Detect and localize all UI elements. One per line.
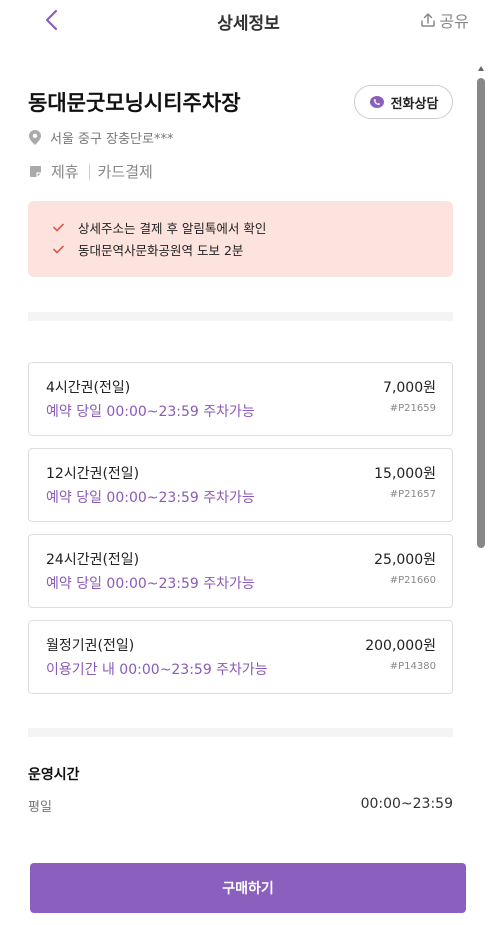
call-consult-button[interactable]: 전화상담 bbox=[354, 85, 453, 119]
phone-chat-icon bbox=[369, 96, 384, 108]
ticket-name: 월정기권(전일) bbox=[46, 638, 135, 654]
top-app-bar: 상세정보 공유 bbox=[0, 0, 497, 44]
bottom-action-bar: 구매하기 bbox=[0, 844, 497, 927]
ticket-code: #P21659 bbox=[389, 403, 436, 414]
place-name: 동대문굿모닝시티주차장 bbox=[28, 91, 241, 115]
ticket-price: 200,000원 bbox=[365, 638, 436, 654]
notice-text: 동대문역사문화공원역 도보 2분 bbox=[78, 242, 244, 258]
address-row: 서울 중구 장충단로*** bbox=[29, 128, 173, 147]
ticket-card-monthly[interactable]: 월정기권(전일) 이용기간 내 00:00~23:59 주차가능 200,000… bbox=[28, 620, 453, 694]
ticket-price: 25,000원 bbox=[374, 552, 436, 568]
tag-divider bbox=[88, 163, 90, 180]
ticket-price: 7,000원 bbox=[383, 380, 436, 396]
operating-hours-value: 00:00~23:59 bbox=[360, 796, 453, 812]
ticket-desc: 예약 당일 00:00~23:59 주차가능 bbox=[46, 490, 255, 506]
section-divider bbox=[28, 728, 453, 737]
tag-card-payment: 카드결제 bbox=[97, 163, 153, 181]
ticket-card-24h[interactable]: 24시간권(전일) 예약 당일 00:00~23:59 주차가능 25,000원… bbox=[28, 534, 453, 608]
share-button[interactable]: 공유 bbox=[419, 8, 469, 32]
card-tag-icon bbox=[30, 166, 41, 177]
location-pin-icon bbox=[29, 130, 41, 145]
ticket-code: #P21657 bbox=[389, 489, 436, 500]
ticket-card-4h[interactable]: 4시간권(전일) 예약 당일 00:00~23:59 주차가능 7,000원 #… bbox=[28, 362, 453, 436]
ticket-name: 24시간권(전일) bbox=[46, 552, 140, 568]
call-consult-label: 전화상담 bbox=[390, 96, 439, 112]
ticket-code: #P14380 bbox=[389, 661, 436, 672]
scroll-up-arrow-icon[interactable] bbox=[478, 66, 484, 71]
notice-item: 동대문역사문화공원역 도보 2분 bbox=[53, 238, 453, 260]
operating-hours-label: 평일 bbox=[28, 800, 52, 815]
notice-item: 상세주소는 결제 후 알림톡에서 확인 bbox=[53, 216, 453, 238]
section-divider bbox=[28, 312, 453, 321]
ticket-card-12h[interactable]: 12시간권(전일) 예약 당일 00:00~23:59 주차가능 15,000원… bbox=[28, 448, 453, 522]
ticket-name: 4시간권(전일) bbox=[46, 380, 131, 396]
ticket-price: 15,000원 bbox=[374, 466, 436, 482]
tag-partner: 제휴 bbox=[51, 163, 79, 181]
ticket-name: 12시간권(전일) bbox=[46, 466, 140, 482]
ticket-code: #P21660 bbox=[389, 575, 436, 586]
ticket-desc: 예약 당일 00:00~23:59 주차가능 bbox=[46, 404, 255, 420]
scrollbar[interactable] bbox=[477, 66, 485, 846]
check-icon bbox=[53, 223, 64, 231]
notice-text: 상세주소는 결제 후 알림톡에서 확인 bbox=[78, 220, 267, 236]
share-icon bbox=[420, 13, 435, 27]
share-label: 공유 bbox=[439, 12, 469, 31]
ticket-desc: 이용기간 내 00:00~23:59 주차가능 bbox=[46, 662, 268, 678]
address-text: 서울 중구 장충단로*** bbox=[50, 132, 174, 147]
purchase-button[interactable]: 구매하기 bbox=[30, 863, 466, 913]
scrollbar-thumb[interactable] bbox=[477, 78, 485, 548]
check-icon bbox=[53, 245, 64, 253]
notice-box: 상세주소는 결제 후 알림톡에서 확인 동대문역사문화공원역 도보 2분 bbox=[28, 201, 453, 277]
ticket-desc: 예약 당일 00:00~23:59 주차가능 bbox=[46, 576, 255, 592]
feature-tags: 제휴 카드결제 bbox=[29, 161, 153, 182]
operating-hours-title: 운영시간 bbox=[28, 767, 80, 783]
detail-content[interactable]: 동대문굿모닝시티주차장 전화상담 서울 중구 장충단로*** 제휴 카드결제 상… bbox=[0, 44, 472, 844]
